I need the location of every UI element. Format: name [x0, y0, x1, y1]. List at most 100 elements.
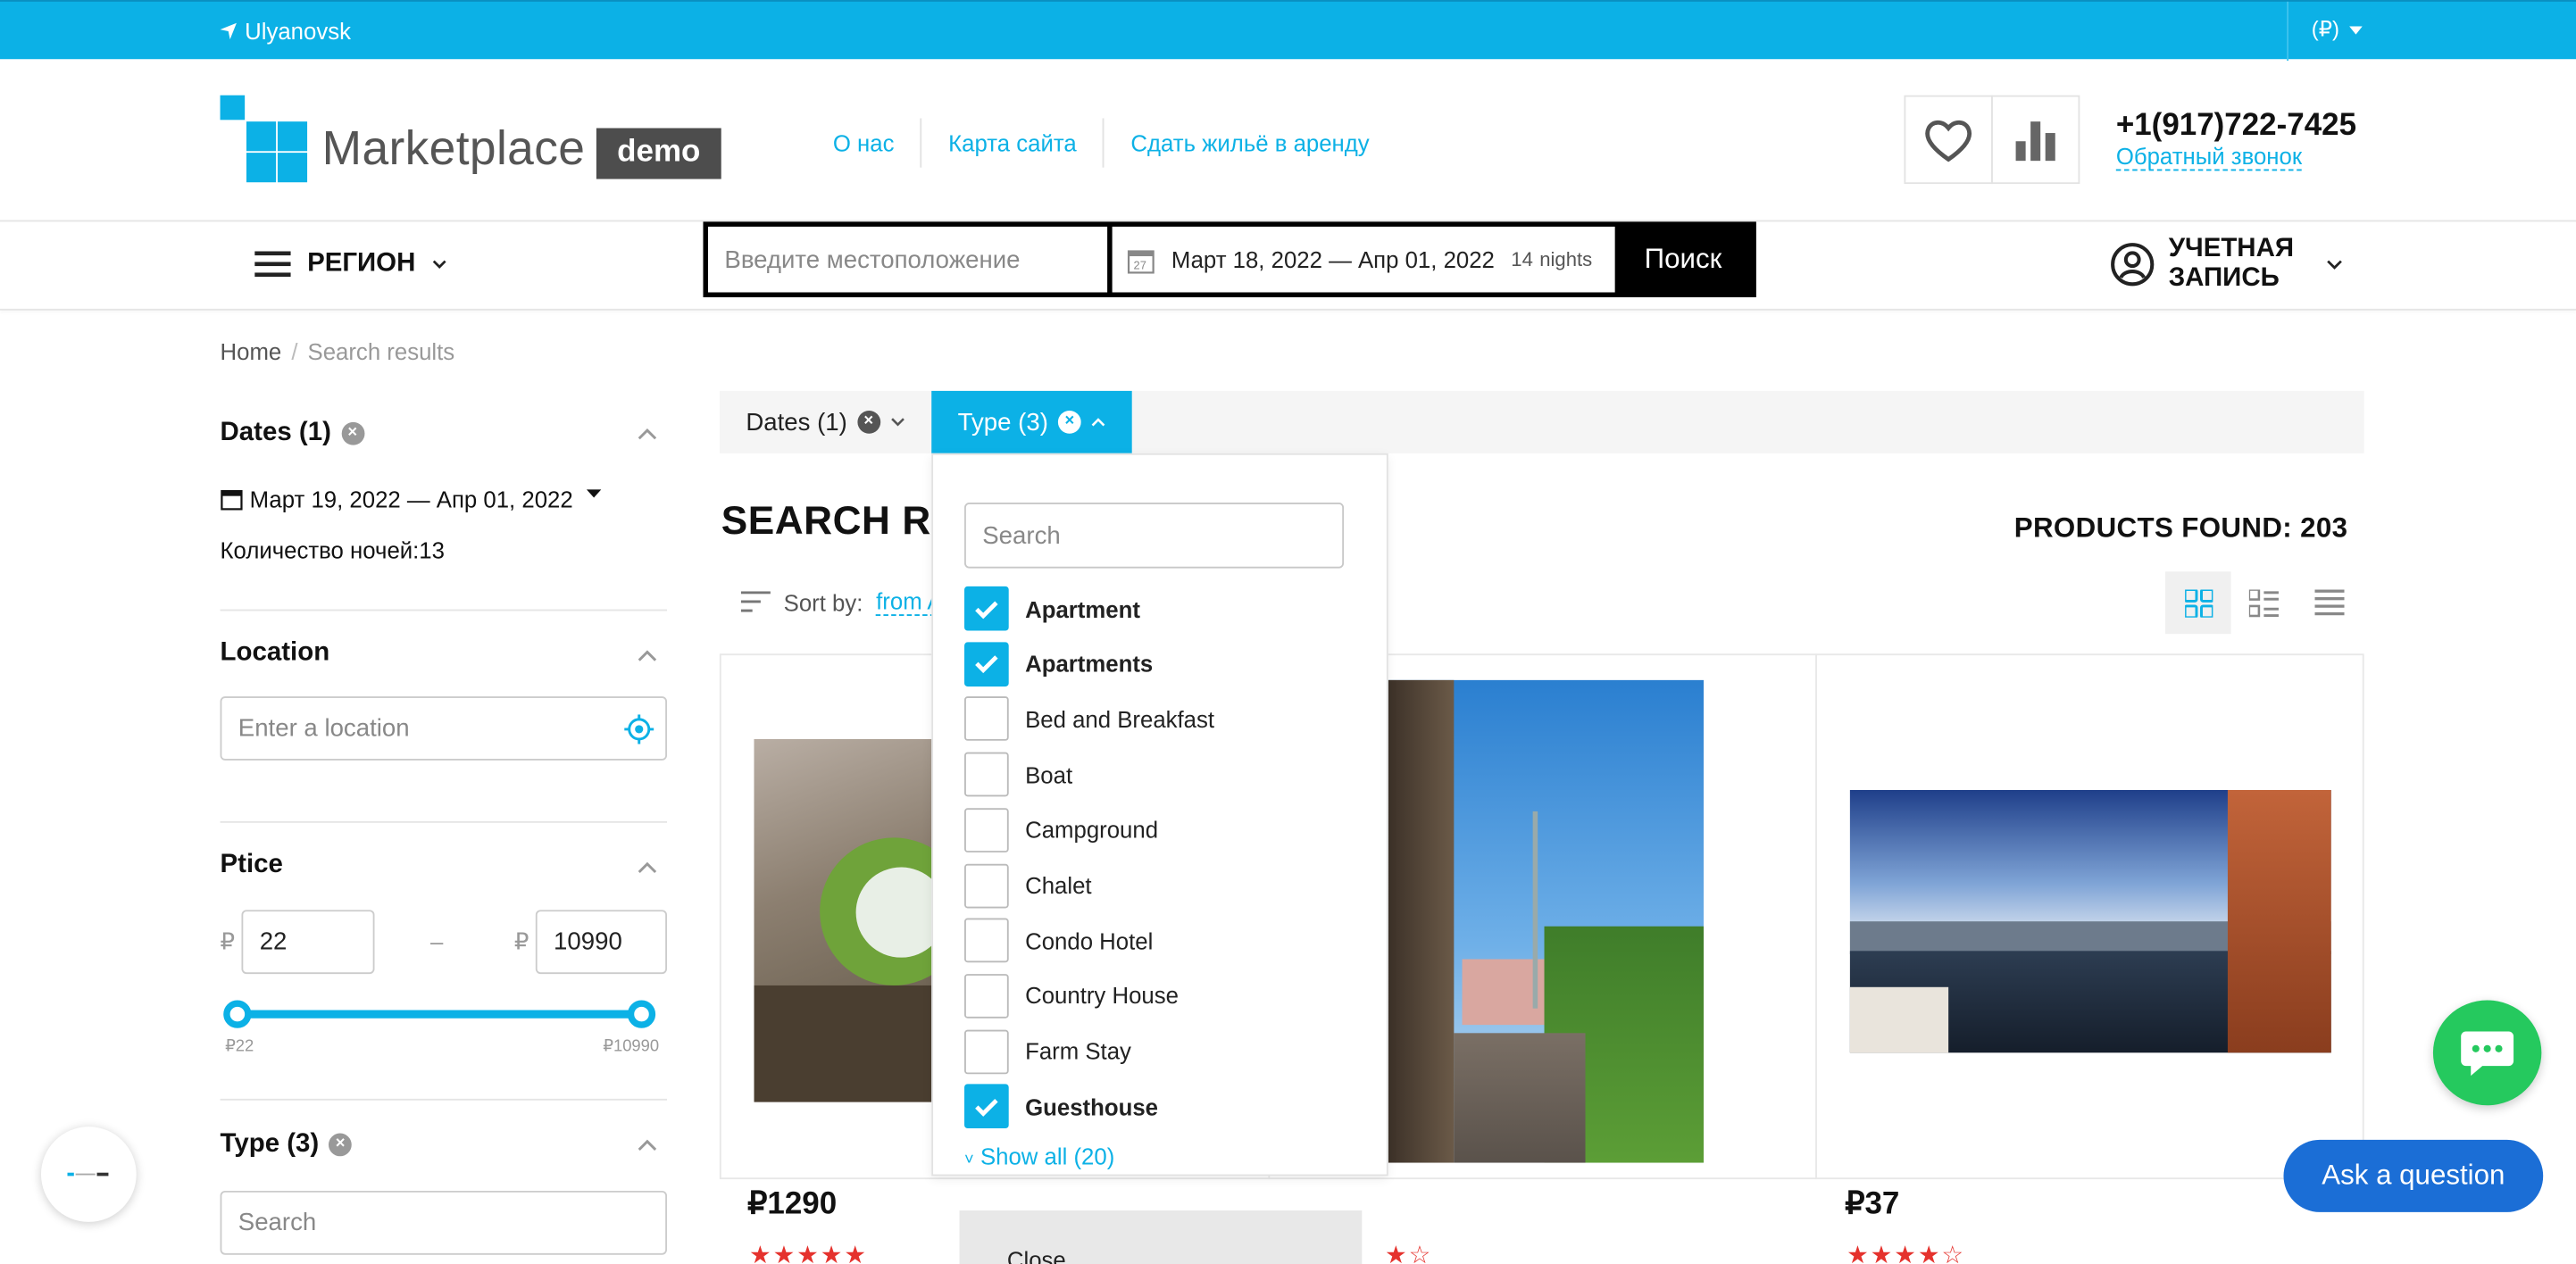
- chevron-up-icon[interactable]: [638, 859, 657, 878]
- breadcrumb-home[interactable]: Home: [221, 338, 282, 364]
- tab-type-label: Type (3): [957, 408, 1048, 437]
- widget-badge[interactable]: [40, 1127, 137, 1222]
- location-placeholder: Введите местоположение: [724, 245, 1021, 274]
- price-filter-title[interactable]: Ptice: [221, 851, 283, 880]
- clear-icon[interactable]: ×: [329, 1133, 353, 1157]
- nights-count: 14: [1511, 247, 1533, 271]
- checkbox[interactable]: [964, 696, 1009, 742]
- close-button[interactable]: Close: [959, 1210, 1363, 1264]
- dates-filter-title[interactable]: Dates (1) ×: [221, 419, 364, 448]
- type-search-input[interactable]: Search: [220, 1190, 668, 1255]
- bar-chart-icon: [2015, 121, 2055, 162]
- account-menu[interactable]: УЧЕТНАЯ ЗАПИСЬ: [2109, 235, 2343, 294]
- date-range-picker[interactable]: 27 Март 18, 2022 — Апр 01, 2022 14 night…: [1112, 226, 1615, 293]
- type-option-label: Country House: [1025, 982, 1179, 1010]
- checkbox[interactable]: [964, 586, 1009, 631]
- chevron-up-icon: [1091, 418, 1105, 427]
- type-filter-dropdown: Search Apartment Apartments Bed and Breakf…: [931, 453, 1388, 1264]
- type-dropdown-search-input[interactable]: Search: [964, 503, 1345, 569]
- list-detail-icon: [2248, 588, 2279, 617]
- chevron-up-icon[interactable]: [638, 426, 657, 445]
- check-icon: [975, 600, 998, 619]
- price-slider-max-handle[interactable]: [627, 1000, 656, 1028]
- ask-question-button[interactable]: Ask a question: [2283, 1139, 2544, 1212]
- callback-link[interactable]: Обратный звонок: [2115, 144, 2303, 171]
- price-min-value: 22: [259, 927, 288, 956]
- type-option[interactable]: Country House: [964, 973, 1179, 1019]
- search-button[interactable]: Поиск: [1615, 227, 1752, 293]
- grid-view-button[interactable]: [2165, 571, 2231, 635]
- clear-icon[interactable]: ×: [340, 421, 364, 445]
- product-image[interactable]: [1849, 790, 2331, 1053]
- type-option[interactable]: Boat: [964, 752, 1072, 797]
- location-filter-title[interactable]: Location: [221, 639, 330, 669]
- favorites-button[interactable]: [1904, 95, 1993, 185]
- calendar-icon: [221, 490, 243, 511]
- type-option[interactable]: Apartment: [964, 586, 1140, 631]
- nav-rent-out[interactable]: Сдать жильё в аренду: [1130, 129, 1369, 155]
- product-image[interactable]: [1388, 679, 1704, 1163]
- compare-button[interactable]: [1990, 95, 2080, 185]
- clear-icon[interactable]: ×: [1057, 410, 1081, 434]
- price-slider-min-handle[interactable]: [223, 1000, 252, 1028]
- chevron-down-icon: [890, 418, 905, 427]
- location-search-input[interactable]: Введите местоположение: [708, 226, 1108, 293]
- chat-button[interactable]: [2432, 1000, 2542, 1106]
- currency-symbol: ₽: [220, 927, 235, 954]
- price-slider-track[interactable]: [238, 1010, 643, 1019]
- account-label-1: УЧЕТНАЯ: [2168, 235, 2294, 263]
- checkbox[interactable]: [964, 1028, 1009, 1074]
- logo-text: Marketplace: [321, 122, 586, 176]
- region-menu[interactable]: РЕГИОН: [254, 250, 446, 279]
- checkbox[interactable]: [964, 807, 1009, 852]
- nav-about[interactable]: О нас: [833, 129, 895, 155]
- type-option-label: Guesthouse: [1025, 1094, 1158, 1120]
- price-min-input[interactable]: 22: [241, 910, 375, 975]
- chevron-down-icon: [432, 260, 446, 269]
- slider-min-label: ₽22: [225, 1037, 254, 1057]
- calendar-icon: 27: [1127, 249, 1155, 273]
- hamburger-icon: [254, 251, 291, 278]
- list-view-button[interactable]: [2231, 571, 2297, 634]
- type-option[interactable]: Chalet: [964, 862, 1092, 908]
- nav-sitemap[interactable]: Карта сайта: [948, 129, 1077, 155]
- price-max-input[interactable]: 10990: [535, 910, 668, 975]
- city-selector[interactable]: Ulyanovsk: [219, 18, 351, 45]
- checkbox[interactable]: [964, 973, 1009, 1019]
- check-icon: [975, 655, 998, 674]
- tab-type-filter[interactable]: Type (3) ×: [931, 390, 1132, 453]
- range-dash: –: [430, 927, 444, 954]
- type-option[interactable]: Apartments: [964, 641, 1153, 686]
- type-option-label: Bed and Breakfast: [1025, 705, 1215, 733]
- type-filter-title[interactable]: Type (3) ×: [220, 1129, 353, 1160]
- type-option[interactable]: Bed and Breakfast: [964, 696, 1215, 742]
- checkbox[interactable]: [964, 918, 1009, 963]
- sort-control: Sort by: from A: [740, 588, 943, 616]
- caret-down-icon: [586, 489, 601, 498]
- currency-selector[interactable]: (₽): [2312, 16, 2363, 42]
- checkbox[interactable]: [964, 641, 1009, 686]
- tab-dates-filter[interactable]: Dates (1) ×: [720, 391, 931, 453]
- checkbox[interactable]: [964, 1084, 1009, 1129]
- divider: [920, 118, 922, 168]
- show-all-link[interactable]: ˅ Show all (20): [964, 1143, 1114, 1169]
- type-option[interactable]: Farm Stay: [964, 1028, 1131, 1074]
- phone-number[interactable]: +1(917)722-7425: [2116, 108, 2356, 144]
- location-input[interactable]: Enter a location: [220, 696, 668, 761]
- dates-filter-value[interactable]: Март 19, 2022 — Апр 01, 2022: [221, 486, 601, 512]
- chevron-down-icon: [2327, 259, 2343, 269]
- type-option[interactable]: Condo Hotel: [964, 918, 1153, 963]
- type-option[interactable]: Guesthouse: [964, 1084, 1158, 1129]
- type-filter-label: Type (3): [220, 1129, 320, 1159]
- product-image[interactable]: [754, 738, 935, 1102]
- chevron-up-icon[interactable]: [638, 1136, 657, 1156]
- type-option[interactable]: Campground: [964, 807, 1158, 852]
- checkbox[interactable]: [964, 752, 1009, 797]
- chevron-up-icon[interactable]: [638, 647, 657, 667]
- compact-list-button[interactable]: [2297, 571, 2363, 634]
- product-price: ₽37: [1845, 1187, 1900, 1222]
- checkbox[interactable]: [964, 862, 1009, 908]
- logo[interactable]: Marketplace demo: [220, 95, 746, 184]
- clear-icon[interactable]: ×: [856, 410, 880, 434]
- crosshair-icon[interactable]: [624, 713, 654, 744]
